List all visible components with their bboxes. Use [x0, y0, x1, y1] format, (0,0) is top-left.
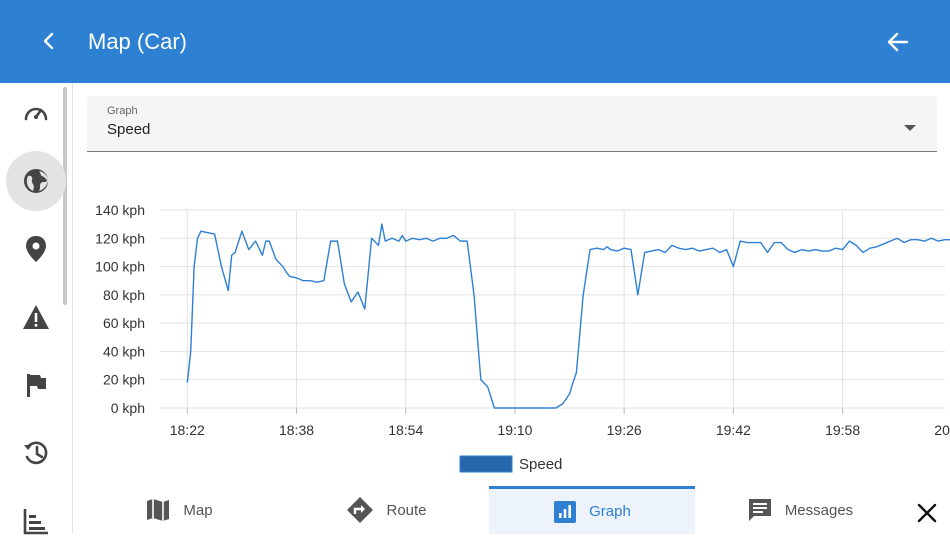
x-tick-label: 19:26 [607, 422, 642, 438]
tab-messages[interactable]: Messages [695, 486, 905, 534]
tab-graph[interactable]: Graph [489, 486, 695, 534]
tab-route-label: Route [386, 501, 427, 519]
location-pin-icon [26, 236, 46, 262]
y-tick-label: 0 kph [111, 400, 145, 416]
graph-select-value: Speed [107, 121, 151, 138]
chart-list-icon [23, 509, 48, 535]
tab-messages-label: Messages [784, 501, 854, 519]
series-line-speed [186, 223, 950, 409]
history-icon [24, 441, 48, 465]
bottom-tab-bar: Map Route Graph Messages [74, 486, 950, 534]
close-button[interactable] [912, 498, 942, 528]
x-tick-label: 19:58 [825, 422, 860, 438]
warning-icon [23, 305, 49, 329]
message-icon [748, 499, 771, 521]
page-title: Map (Car) [88, 29, 188, 54]
tab-route[interactable]: Route [284, 486, 489, 534]
sidebar-item-events[interactable] [6, 355, 66, 415]
y-tick-label: 140 kph [95, 202, 145, 218]
x-tick-label: 19:10 [497, 422, 532, 438]
tab-map[interactable]: Map [74, 486, 284, 534]
back-button[interactable] [34, 26, 64, 56]
y-tick-label: 20 kph [103, 372, 145, 388]
speedometer-icon [24, 107, 48, 121]
x-tick-label: 19:42 [716, 422, 751, 438]
caret-down-icon [904, 125, 916, 131]
globe-icon [24, 169, 48, 193]
route-sign-icon [347, 497, 374, 523]
y-tick-label: 80 kph [103, 287, 145, 303]
navigate-back-button[interactable] [882, 26, 914, 58]
tab-graph-label: Graph [589, 503, 631, 520]
y-tick-label: 100 kph [95, 259, 145, 275]
sidebar-item-map[interactable] [6, 151, 66, 211]
sidebar-item-history[interactable] [6, 423, 66, 483]
arrow-left-icon [887, 32, 909, 52]
chevron-left-icon [43, 32, 54, 50]
app-bar: Map (Car) [0, 0, 950, 83]
y-tick-label: 60 kph [103, 315, 145, 331]
speed-chart-svg: 140 kph 120 kph 100 kph 80 kph 60 kph 40 kph 2… [95, 202, 950, 473]
close-icon [917, 503, 937, 523]
sidebar-item-dashboard[interactable] [6, 83, 66, 143]
speed-chart: 140 kph 120 kph 100 kph 80 kph 60 kph 40 kph 2… [80, 190, 950, 480]
flag-icon [27, 374, 46, 397]
bar-chart-icon [554, 500, 577, 523]
x-tick-label: 18:54 [388, 422, 423, 438]
map-icon [147, 499, 170, 521]
y-tick-label: 120 kph [95, 230, 145, 246]
x-tick-label: 18:38 [279, 422, 314, 438]
legend-swatch-speed [459, 455, 513, 473]
x-tick-label: 20:14 [934, 422, 950, 438]
graph-type-select[interactable]: Graph Speed [87, 96, 937, 152]
sidebar [0, 83, 73, 535]
x-tick-label: 18:22 [170, 422, 205, 438]
y-tick-label: 40 kph [103, 343, 145, 359]
sidebar-item-places[interactable] [6, 219, 66, 279]
legend-label-speed: Speed [519, 456, 562, 473]
sidebar-item-alerts[interactable] [6, 287, 66, 347]
tab-map-label: Map [183, 501, 213, 519]
graph-select-label: Graph [107, 105, 138, 117]
sidebar-item-reports[interactable] [6, 491, 66, 551]
